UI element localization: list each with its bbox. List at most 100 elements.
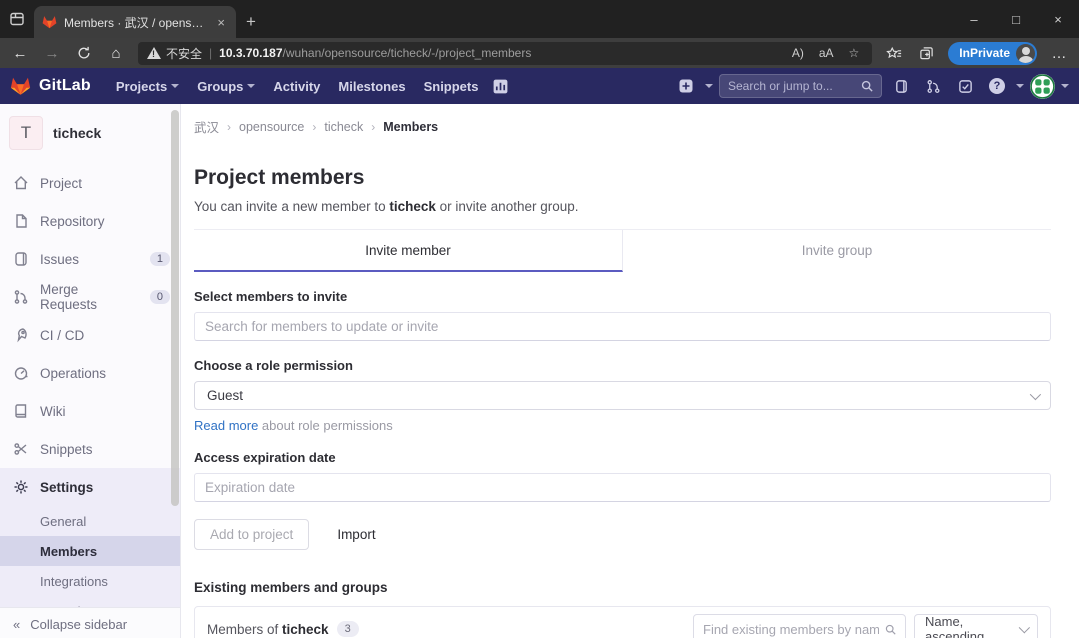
forward-button[interactable]: →: [38, 41, 66, 65]
todos-shortcut-button[interactable]: [952, 73, 978, 99]
back-button[interactable]: ←: [6, 41, 34, 65]
nav-activity[interactable]: Activity: [264, 68, 329, 104]
sidebar-item-snippets[interactable]: Snippets: [0, 430, 180, 468]
gitlab-favicon: [42, 15, 57, 29]
tab-invite-member[interactable]: Invite member: [194, 230, 623, 272]
chevron-down-icon: [1061, 84, 1069, 88]
book-icon: [13, 403, 29, 419]
nav-snippets[interactable]: Snippets: [415, 68, 488, 104]
favorites-hub-button[interactable]: [880, 41, 908, 65]
new-tab-button[interactable]: +: [236, 6, 266, 38]
help-menu-button[interactable]: ?: [984, 73, 1010, 99]
refresh-button[interactable]: [70, 41, 98, 65]
gitlab-logo-icon: [10, 76, 31, 96]
tab-actions-menu-button[interactable]: [0, 2, 34, 36]
tab-invite-group[interactable]: Invite group: [623, 230, 1051, 272]
profile-avatar: [1016, 44, 1035, 63]
collapse-icon: «: [13, 617, 20, 632]
nav-projects[interactable]: Projects: [107, 68, 188, 104]
inprivate-badge[interactable]: InPrivate: [948, 42, 1037, 65]
import-button[interactable]: Import: [321, 519, 391, 550]
sidebar-subitem-members[interactable]: Members: [0, 536, 180, 566]
invite-tabs: Invite member Invite group: [194, 229, 1051, 272]
sidebar-item-project[interactable]: Project: [0, 164, 180, 202]
browser-menu-button[interactable]: …: [1045, 41, 1073, 65]
read-more-link[interactable]: Read more: [194, 418, 258, 433]
sidebar-item-repository[interactable]: Repository: [0, 202, 180, 240]
add-favorite-icon[interactable]: ☆: [845, 46, 864, 60]
project-header[interactable]: T ticheck: [0, 104, 180, 164]
nav-milestones[interactable]: Milestones: [329, 68, 414, 104]
maximize-button[interactable]: □: [995, 0, 1037, 38]
sidebar-item-ci-cd[interactable]: CI / CD: [0, 316, 180, 354]
home-button[interactable]: ⌂: [102, 41, 130, 65]
collapse-sidebar-button[interactable]: « Collapse sidebar: [0, 607, 180, 638]
members-search-input[interactable]: [194, 312, 1051, 341]
sidebar-item-merge-requests[interactable]: Merge Requests 0: [0, 278, 180, 316]
sort-select[interactable]: Name, ascending: [914, 614, 1038, 638]
merge-requests-shortcut-button[interactable]: [920, 73, 946, 99]
find-members-box[interactable]: [693, 614, 906, 638]
new-menu-button[interactable]: [673, 73, 699, 99]
scissors-icon: [13, 441, 29, 457]
breadcrumb-group[interactable]: 武汉: [194, 117, 219, 136]
rocket-icon: [13, 327, 29, 343]
plus-square-icon: [678, 78, 694, 94]
breadcrumb-subgroup[interactable]: opensource: [239, 120, 304, 134]
existing-members-heading: Existing members and groups: [194, 580, 1051, 595]
sidebar-scrollbar[interactable]: [171, 110, 179, 506]
merge-requests-count-badge: 0: [150, 290, 170, 304]
address-bar[interactable]: ! 不安全 | 10.3.70.187/wuhan/opensource/tic…: [138, 42, 872, 65]
minimize-button[interactable]: –: [953, 0, 995, 38]
chevron-down-icon: [1016, 84, 1024, 88]
project-name: ticheck: [53, 125, 101, 141]
sidebar-item-operations[interactable]: Operations: [0, 354, 180, 392]
role-select[interactable]: Guest: [194, 381, 1051, 410]
chevron-down-icon: [1030, 388, 1041, 399]
tab-title: Members · 武汉 / opensource / t: [64, 14, 207, 31]
gitlab-brand-label: GitLab: [39, 77, 91, 95]
url-text[interactable]: 10.3.70.187/wuhan/opensource/ticheck/-/p…: [219, 46, 781, 60]
gear-icon: [13, 479, 29, 495]
chevron-down-icon: [247, 84, 255, 88]
analytics-button[interactable]: [487, 73, 513, 99]
document-icon: [13, 213, 29, 229]
issues-count-badge: 1: [150, 252, 170, 266]
project-sidebar: T ticheck Project Repository Issues 1 Me…: [0, 104, 181, 638]
find-members-input[interactable]: [703, 622, 879, 637]
tab-close-icon[interactable]: ×: [214, 15, 228, 30]
security-label: 不安全: [166, 45, 202, 62]
global-search-input[interactable]: [728, 79, 855, 93]
select-members-label: Select members to invite: [194, 289, 1051, 304]
inprivate-label: InPrivate: [959, 46, 1010, 60]
issues-shortcut-button[interactable]: [888, 73, 914, 99]
main-content: 武汉 › opensource › ticheck › Members Proj…: [181, 104, 1079, 638]
page-subtitle: You can invite a new member to ticheck o…: [194, 199, 1051, 214]
expiration-date-input[interactable]: [194, 473, 1051, 502]
close-button[interactable]: ×: [1037, 0, 1079, 38]
user-avatar[interactable]: [1030, 74, 1055, 99]
read-aloud-icon[interactable]: A): [788, 46, 808, 60]
sidebar-subitem-integrations[interactable]: Integrations: [0, 566, 180, 596]
browser-titlebar: Members · 武汉 / opensource / t × + – □ ×: [0, 0, 1079, 38]
breadcrumb-project[interactable]: ticheck: [324, 120, 363, 134]
favorites-icon: [886, 46, 902, 61]
gitlab-brand[interactable]: GitLab: [10, 76, 91, 96]
sidebar-item-settings[interactable]: Settings: [0, 468, 180, 506]
sidebar-subitem-general[interactable]: General: [0, 506, 180, 536]
add-to-project-button[interactable]: Add to project: [194, 519, 309, 550]
translate-icon[interactable]: aA: [815, 46, 838, 60]
collections-button[interactable]: [912, 41, 940, 65]
collections-icon: [919, 46, 934, 61]
browser-tab[interactable]: Members · 武汉 / opensource / t ×: [34, 6, 236, 38]
help-icon: ?: [989, 78, 1005, 94]
not-secure-warning-icon: !: [147, 47, 161, 59]
project-avatar: T: [9, 116, 43, 150]
site-security-chip[interactable]: ! 不安全: [147, 45, 202, 62]
sidebar-item-wiki[interactable]: Wiki: [0, 392, 180, 430]
chevron-down-icon: [171, 84, 179, 88]
sidebar-item-issues[interactable]: Issues 1: [0, 240, 180, 278]
nav-groups[interactable]: Groups: [188, 68, 264, 104]
global-search[interactable]: [719, 74, 882, 98]
members-panel-header: Members of ticheck 3 Name, ascending: [195, 607, 1050, 638]
